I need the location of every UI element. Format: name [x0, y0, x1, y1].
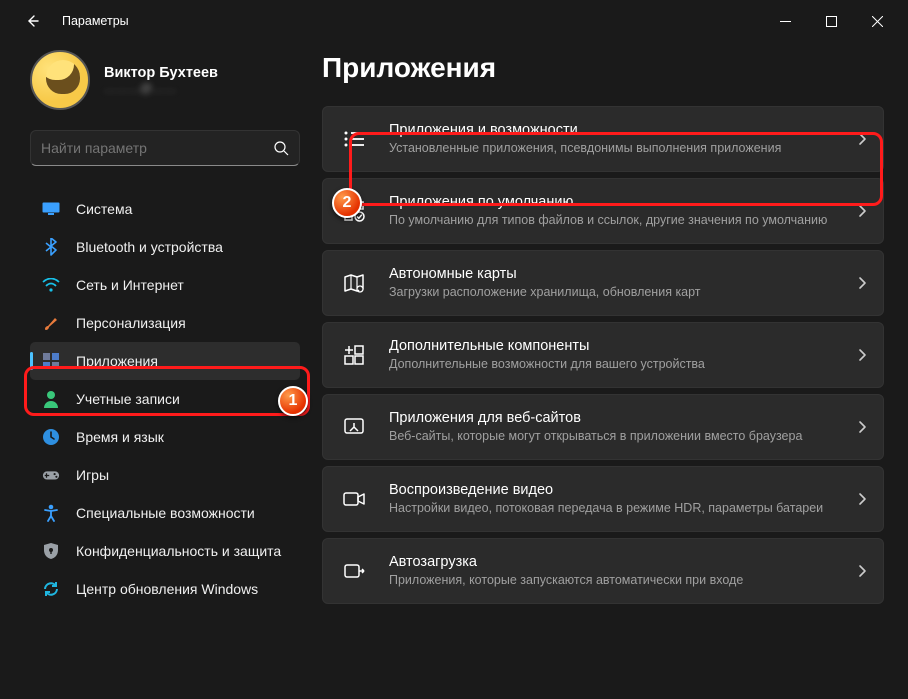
bluetooth-icon	[42, 238, 60, 256]
window-controls	[762, 5, 900, 37]
titlebar: Параметры	[0, 0, 908, 42]
chevron-right-icon	[858, 132, 867, 146]
search-box[interactable]	[30, 130, 300, 166]
card-title: Приложения для веб-сайтов	[389, 410, 848, 426]
card-desc: По умолчанию для типов файлов и ссылок, …	[389, 212, 848, 228]
profile-block[interactable]: Виктор Бухтеев ………@……	[30, 50, 300, 110]
back-button[interactable]	[18, 7, 46, 35]
maximize-icon	[826, 16, 837, 27]
add-feature-icon	[341, 342, 367, 368]
settings-card-0[interactable]: Приложения и возможности Установленные пр…	[322, 106, 884, 172]
sidebar-item-4[interactable]: Приложения	[30, 342, 300, 380]
sidebar-item-0[interactable]: Система	[30, 190, 300, 228]
settings-card-1[interactable]: Приложения по умолчанию По умолчанию для …	[322, 178, 884, 244]
sidebar: Виктор Бухтеев ………@…… Система Bluetooth и…	[0, 42, 310, 699]
card-desc: Приложения, которые запускаются автомати…	[389, 572, 848, 588]
sidebar-item-label: Bluetooth и устройства	[76, 239, 223, 255]
accessibility-icon	[42, 504, 60, 522]
profile-name: Виктор Бухтеев	[104, 65, 218, 81]
arrow-left-icon	[24, 13, 40, 29]
sidebar-item-10[interactable]: Центр обновления Windows	[30, 570, 300, 608]
apps-icon	[42, 352, 60, 370]
display-icon	[42, 200, 60, 218]
page-title: Приложения	[322, 52, 884, 84]
chevron-right-icon	[858, 564, 867, 578]
map-icon	[341, 270, 367, 296]
sidebar-item-6[interactable]: Время и язык	[30, 418, 300, 456]
wifi-icon	[42, 276, 60, 294]
defaults-icon	[341, 198, 367, 224]
card-title: Автозагрузка	[389, 554, 848, 570]
list-icon	[341, 126, 367, 152]
sidebar-item-2[interactable]: Сеть и Интернет	[30, 266, 300, 304]
card-title: Автономные карты	[389, 266, 848, 282]
maximize-button[interactable]	[808, 5, 854, 37]
settings-card-6[interactable]: Автозагрузка Приложения, которые запускаю…	[322, 538, 884, 604]
update-icon	[42, 580, 60, 598]
card-desc: Загрузки расположение хранилища, обновле…	[389, 284, 848, 300]
sidebar-item-label: Система	[76, 201, 132, 217]
web-app-icon	[341, 414, 367, 440]
sidebar-item-3[interactable]: Персонализация	[30, 304, 300, 342]
clock-icon	[42, 428, 60, 446]
profile-email: ………@……	[104, 81, 218, 95]
sidebar-item-label: Учетные записи	[76, 391, 180, 407]
card-desc: Веб-сайты, которые могут открываться в п…	[389, 428, 848, 444]
chevron-right-icon	[858, 276, 867, 290]
sidebar-item-7[interactable]: Игры	[30, 456, 300, 494]
sidebar-item-label: Центр обновления Windows	[76, 581, 258, 597]
settings-card-5[interactable]: Воспроизведение видео Настройки видео, по…	[322, 466, 884, 532]
sidebar-item-label: Персонализация	[76, 315, 186, 331]
chevron-right-icon	[858, 420, 867, 434]
content-area: Приложения Приложения и возможности Устан…	[310, 42, 908, 699]
window-title: Параметры	[62, 14, 129, 28]
video-icon	[341, 486, 367, 512]
sidebar-item-5[interactable]: Учетные записи	[30, 380, 300, 418]
minimize-button[interactable]	[762, 5, 808, 37]
settings-card-4[interactable]: Приложения для веб-сайтов Веб-сайты, кото…	[322, 394, 884, 460]
person-icon	[42, 390, 60, 408]
avatar	[30, 50, 90, 110]
card-title: Воспроизведение видео	[389, 482, 848, 498]
settings-card-2[interactable]: Автономные карты Загрузки расположение хр…	[322, 250, 884, 316]
close-icon	[872, 16, 883, 27]
close-button[interactable]	[854, 5, 900, 37]
sidebar-item-1[interactable]: Bluetooth и устройства	[30, 228, 300, 266]
chevron-right-icon	[858, 492, 867, 506]
card-desc: Установленные приложения, псевдонимы вып…	[389, 140, 848, 156]
chevron-right-icon	[858, 204, 867, 218]
search-input[interactable]	[41, 140, 273, 156]
settings-card-3[interactable]: Дополнительные компоненты Дополнительные …	[322, 322, 884, 388]
nav-list: Система Bluetooth и устройства Сеть и Инте…	[30, 190, 300, 608]
minimize-icon	[780, 16, 791, 27]
sidebar-item-label: Игры	[76, 467, 109, 483]
gamepad-icon	[42, 466, 60, 484]
card-title: Дополнительные компоненты	[389, 338, 848, 354]
sidebar-item-8[interactable]: Специальные возможности	[30, 494, 300, 532]
card-title: Приложения по умолчанию	[389, 194, 848, 210]
sidebar-item-label: Приложения	[76, 353, 158, 369]
chevron-right-icon	[858, 348, 867, 362]
card-title: Приложения и возможности	[389, 122, 848, 138]
search-icon	[273, 140, 289, 156]
sidebar-item-label: Сеть и Интернет	[76, 277, 184, 293]
brush-icon	[42, 314, 60, 332]
sidebar-item-label: Конфиденциальность и защита	[76, 543, 281, 559]
card-desc: Настройки видео, потоковая передача в ре…	[389, 500, 848, 516]
sidebar-item-9[interactable]: Конфиденциальность и защита	[30, 532, 300, 570]
startup-icon	[341, 558, 367, 584]
sidebar-item-label: Время и язык	[76, 429, 164, 445]
sidebar-item-label: Специальные возможности	[76, 505, 255, 521]
card-desc: Дополнительные возможности для вашего ус…	[389, 356, 848, 372]
cards-container: Приложения и возможности Установленные пр…	[322, 106, 884, 604]
shield-icon	[42, 542, 60, 560]
